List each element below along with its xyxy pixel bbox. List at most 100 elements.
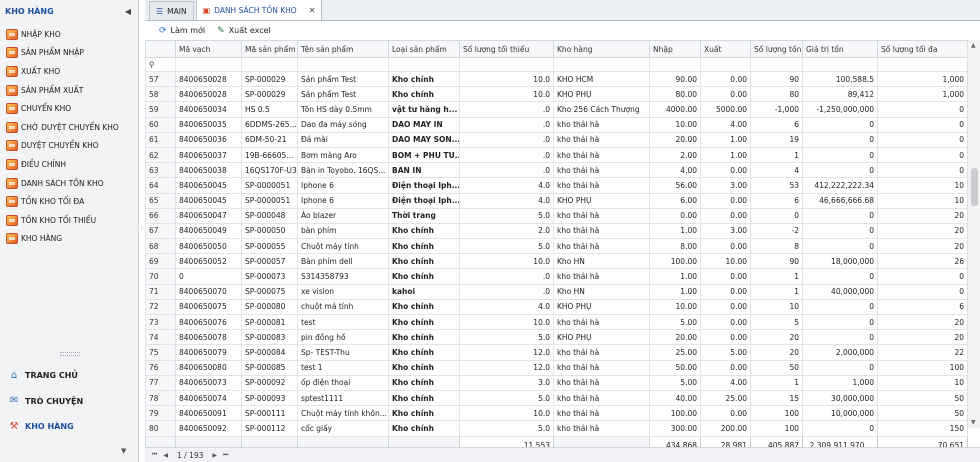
table-cell: 0 (802, 116, 878, 133)
export-excel-button[interactable]: ✎ Xuất excel (217, 26, 271, 36)
nav-kho-hang[interactable]: ⚒ KHO HÀNG (0, 414, 138, 440)
nav-trang-chu[interactable]: ⌂ TRANG CHỦ (0, 363, 138, 389)
table-row[interactable]: 79 8400650091 SP-000111 Chuột máy tính khôn… (145, 405, 968, 422)
sidebar-item[interactable]: NHẬP KHO (0, 25, 138, 44)
table-row[interactable]: 73 8400650076 SP-000081 test Kho chính 10.0 kh… (145, 313, 968, 331)
table-row[interactable]: 65 8400650045 SP-0000051 Iphone 6 Điện thoại… (145, 192, 968, 209)
first-page-icon[interactable]: ⏮ (152, 451, 157, 459)
sidebar-item[interactable]: ĐIỀU CHỈNH (0, 155, 138, 174)
sidebar-item[interactable]: DUYỆT CHUYỂN KHO (0, 137, 138, 156)
filter-cell[interactable] (877, 57, 968, 72)
chevron-down-icon[interactable]: ▼ (121, 447, 126, 455)
table-row[interactable]: 69 8400650052 SP-000057 Bàn phím dell Kho ch… (145, 253, 968, 270)
table-row[interactable]: 71 8400650070 SP-000075 xe vision kahoi .0 Kho… (145, 283, 968, 300)
row-number: 78 (145, 389, 176, 407)
table-cell: .0 (459, 101, 554, 118)
sidebar-item[interactable]: XUẤT KHO (0, 62, 138, 81)
column-header[interactable]: Giá trị tồn (802, 40, 878, 58)
column-header[interactable]: Xuất (700, 40, 751, 58)
filter-cell[interactable] (700, 57, 751, 72)
table-row[interactable]: 80 8400650092 SP-000112 cốc giấy Kho chính 5.… (145, 420, 968, 437)
sidebar-item[interactable]: CHỜ DUYỆT CHUYỂN KHO (0, 118, 138, 137)
sidebar-item[interactable]: TỒN KHO TỐI THIỂU (0, 211, 138, 230)
column-header[interactable]: Mã sản phẩm (241, 40, 298, 58)
table-cell: Đá mài (297, 131, 389, 148)
table-row[interactable]: 74 8400650078 SP-000083 pin đồng hồ Kho chín… (145, 329, 968, 346)
column-header[interactable]: Mã vạch (175, 40, 242, 58)
column-header[interactable]: Nhập (649, 40, 701, 58)
table-row[interactable]: 59 8400650034 HS 0.5 Tôn HS dày 0.5mm vật tư… (145, 101, 968, 118)
scroll-up-icon[interactable]: ▲ (971, 42, 976, 49)
table-cell: SP-0000051 (241, 192, 298, 209)
filter-cell[interactable] (297, 57, 389, 72)
tab-main[interactable]: ☰ MAIN (149, 1, 194, 20)
filter-cell[interactable] (649, 57, 701, 72)
box-icon (6, 47, 18, 59)
table-cell: 8400650047 (175, 207, 242, 224)
filter-cell[interactable] (802, 57, 878, 72)
scrollbar-thumb[interactable] (971, 168, 978, 206)
table-row[interactable]: 77 8400650073 SP-000092 ốp điện thoại Kho ch… (145, 374, 968, 391)
table-row[interactable]: 62 8400650037 19B-66605... Bơm màng Aro BOM … (145, 146, 968, 164)
column-header[interactable]: Số lượng tối đa (877, 40, 968, 58)
table-cell: kho thái hà (553, 420, 650, 437)
sidebar-item[interactable]: DANH SÁCH TỒN KHO (0, 174, 138, 193)
filter-cell[interactable] (553, 57, 650, 72)
sidebar-item[interactable]: SẢN PHẨM NHẬP (0, 44, 138, 63)
prev-page-icon[interactable]: ◀ (163, 452, 168, 459)
sidebar-item[interactable]: KHO HÀNG (0, 230, 138, 249)
table-row[interactable]: 58 8400650028 SP-000029 Sản phẩm Test Kho ch… (145, 86, 968, 103)
splitter-grip-icon[interactable]: ⋮ (139, 225, 145, 237)
sidebar-item[interactable]: CHUYỂN KHO (0, 99, 138, 118)
column-header[interactable] (145, 40, 176, 58)
column-header[interactable]: Tên sản phẩm (297, 40, 389, 58)
vertical-scrollbar[interactable]: ▲ ▼ (967, 40, 980, 428)
table-cell: kho thái hà (553, 389, 650, 407)
table-row[interactable]: 68 8400650050 SP-000055 Chuột máy tính Kho c… (145, 238, 968, 255)
filter-cell[interactable] (750, 57, 803, 72)
close-tab-icon[interactable]: ✕ (309, 6, 316, 15)
table-cell: Kho chính (388, 253, 460, 270)
sidebar-splitter[interactable] (60, 352, 80, 356)
filter-cell[interactable] (459, 57, 554, 72)
table-cell: 6DDMS-265... (241, 116, 298, 133)
collapse-sidebar-icon[interactable]: ◀ (125, 7, 131, 16)
column-header[interactable]: Kho hàng (553, 40, 650, 58)
table-row[interactable]: 66 8400650047 SP-000048 Áo blazer Thời trang… (145, 207, 968, 224)
box-icon (6, 65, 18, 77)
column-header[interactable]: Loại sản phẩm (388, 40, 460, 58)
table-row[interactable]: 70 0 SP-000073 S314358793 Kho chính .0 kho thá… (145, 268, 968, 285)
table-row[interactable]: 72 8400650075 SP-000080 chuột mả tính Kho ch… (145, 298, 968, 316)
nav-tro-chuyen[interactable]: ✉ TRÒ CHUYỆN (0, 389, 138, 415)
table-row[interactable]: 75 8400650079 SP-000084 Sp- TEST-Thu Kho chí… (145, 344, 968, 361)
scroll-down-icon[interactable]: ▼ (971, 419, 976, 426)
filter-cell[interactable] (241, 57, 298, 72)
filter-cell[interactable] (175, 57, 242, 72)
box-icon (6, 158, 18, 170)
table-cell: Kho chính (388, 268, 460, 285)
table-cell: kho thái hà (553, 207, 650, 224)
table-row[interactable]: 57 8400650028 SP-000029 Sản phẩm Test Kho ch… (145, 70, 968, 88)
table-row[interactable]: 61 8400650036 6DM-50-21 Đá mài DAO MAY SON..… (145, 131, 968, 148)
table-row[interactable]: 76 8400650080 SP-000085 test 1 Kho chính 12.0… (145, 359, 968, 376)
sidebar-item[interactable]: TỒN KHO TỐI ĐA (0, 192, 138, 211)
last-page-icon[interactable]: ⏭ (223, 451, 228, 459)
table-row[interactable]: 60 8400650035 6DDMS-265... Dao đa máy sóng D… (145, 116, 968, 133)
sidebar-item[interactable]: SẢN PHẨM XUẤT (0, 81, 138, 100)
filter-cell[interactable] (388, 57, 460, 72)
next-page-icon[interactable]: ▶ (212, 452, 217, 459)
box-icon (6, 84, 18, 96)
table-row[interactable]: 67 8400650049 SP-000050 bàn phím Kho chính 2.… (145, 222, 968, 240)
column-header[interactable]: Số lượng tối thiểu (459, 40, 554, 58)
row-number: 65 (145, 192, 176, 209)
table-row[interactable]: 78 8400650074 SP-000093 sptest1111 Kho chính… (145, 389, 968, 407)
table-row[interactable]: 64 8400650045 SP-0000051 Iphone 6 Điện thoại… (145, 177, 968, 194)
refresh-button[interactable]: ⟳ Làm mới (159, 26, 205, 36)
column-header[interactable]: Số lượng tồn (750, 40, 803, 58)
tab-danh-sach-ton-kho[interactable]: ▣ DANH SÁCH TỒN KHO ✕ (195, 0, 323, 20)
table-cell: Kho chính (388, 238, 460, 255)
row-number: 80 (145, 420, 176, 437)
table-cell: Sản phẩm Test (297, 70, 389, 88)
table-row[interactable]: 63 8400650038 16QS170F-U3 Bàn in Toyobo. 16… (145, 162, 968, 179)
filter-icon[interactable]: ⚲ (145, 57, 176, 72)
